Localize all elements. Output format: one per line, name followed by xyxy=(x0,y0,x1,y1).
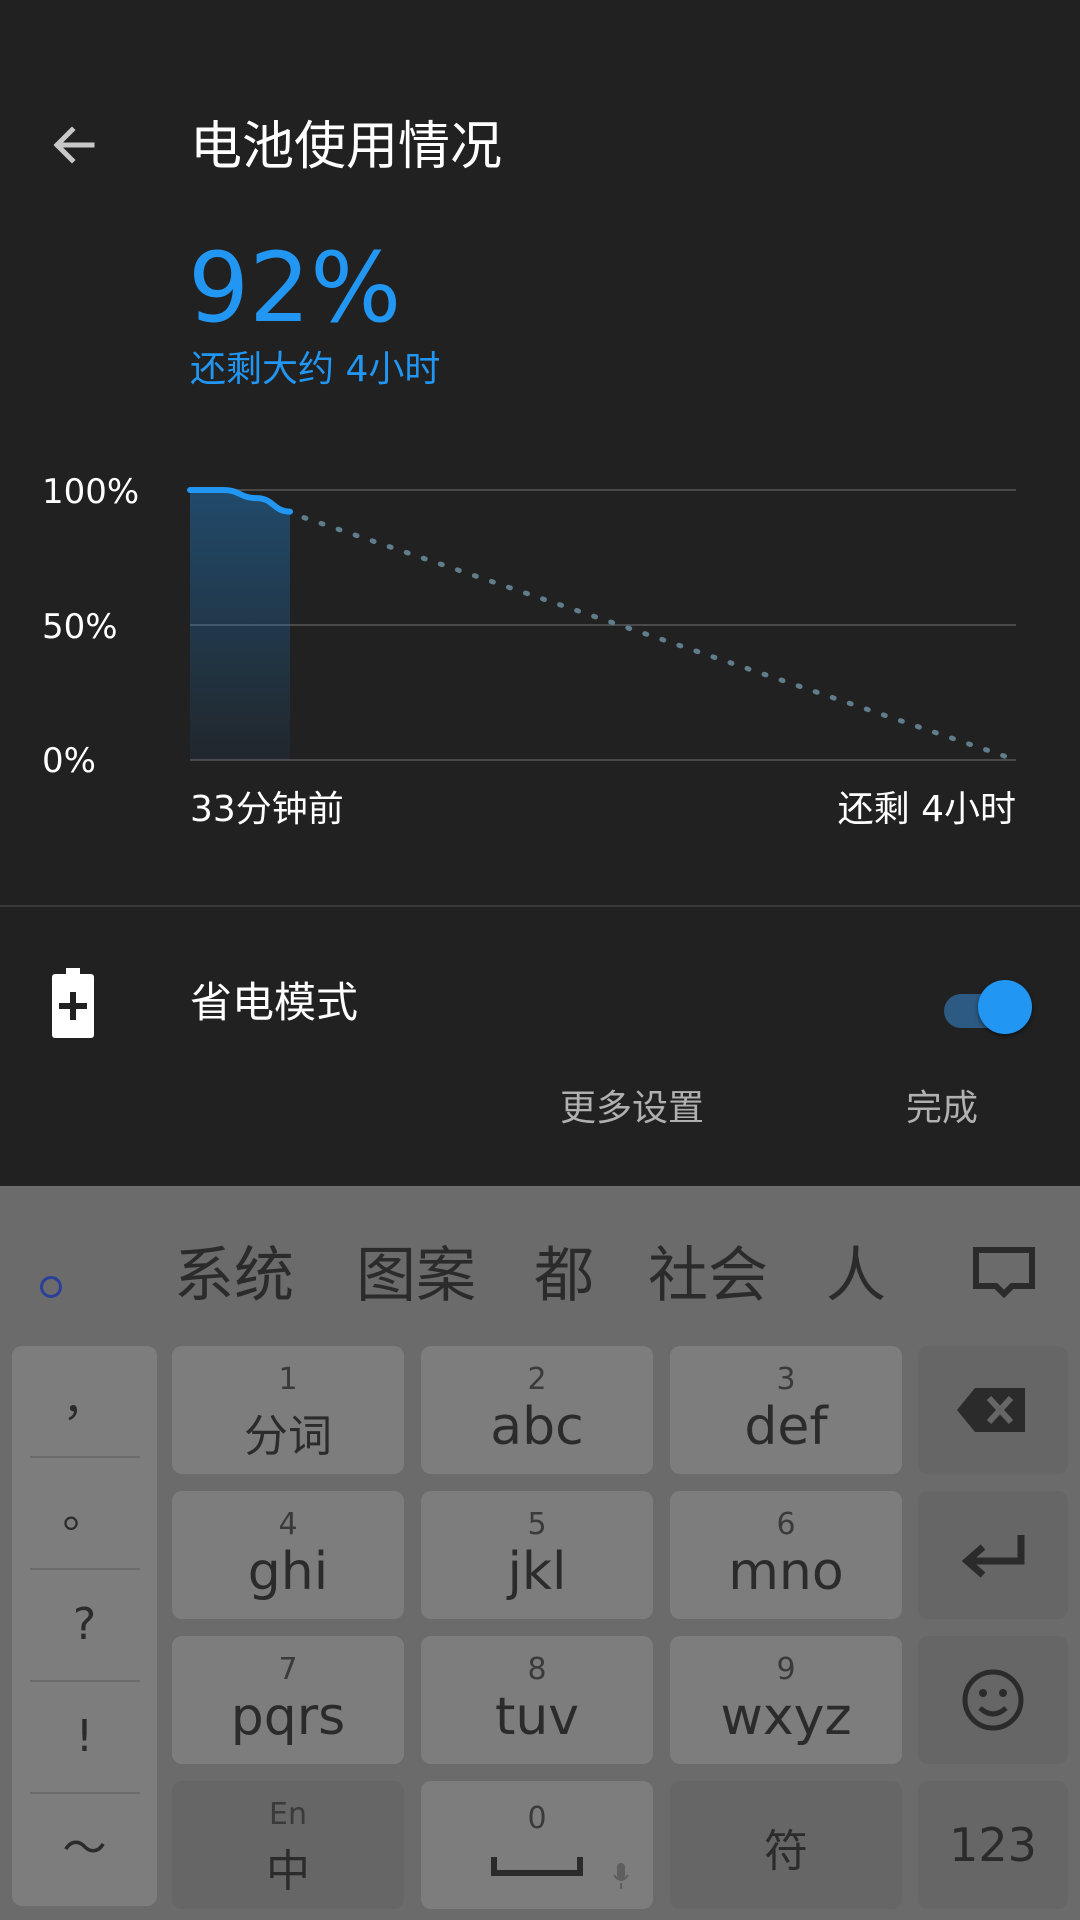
chart-x-start-label: 33分钟前 xyxy=(190,789,344,830)
back-button[interactable] xyxy=(40,110,110,180)
space-key[interactable]: 0 xyxy=(421,1781,653,1909)
language-switch-key[interactable]: En 中 xyxy=(172,1781,404,1909)
battery-chart xyxy=(187,487,1019,763)
punct-key[interactable]: ? xyxy=(12,1570,157,1680)
key-number: 0 xyxy=(527,1801,547,1836)
key-label: 分词 xyxy=(244,1411,332,1462)
battery-usage-panel: 电池使用情况 92% 还剩大约 4小时 100% 50% 0% 33分钟前 还剩… xyxy=(0,0,1080,1186)
done-button[interactable]: 完成 xyxy=(906,1085,978,1133)
punct-key[interactable]: 。 xyxy=(12,1458,157,1568)
soft-keyboard: 系统 图案 都 社会 人 ， 。 ? ! ～ 1 分词 2 abc 3 def xyxy=(0,1186,1080,1920)
battery-plus-icon xyxy=(52,968,94,1038)
key-label: 中 xyxy=(266,1846,310,1897)
key-label: jkl xyxy=(507,1542,567,1602)
numbers-key[interactable]: 123 xyxy=(918,1781,1068,1909)
key-6[interactable]: 6 mno xyxy=(670,1491,902,1619)
space-bar-icon xyxy=(491,1857,583,1876)
more-settings-button[interactable]: 更多设置 xyxy=(560,1085,704,1133)
candidate-word[interactable]: 都 xyxy=(534,1236,594,1316)
punctuation-column: ， 。 ? ! ～ xyxy=(12,1346,157,1906)
punct-key[interactable]: ， xyxy=(12,1346,157,1456)
keyboard-collapse-icon[interactable] xyxy=(972,1246,1036,1300)
key-label: abc xyxy=(490,1397,584,1457)
candidate-word[interactable]: 图案 xyxy=(356,1236,476,1316)
punct-key[interactable]: ! xyxy=(12,1682,157,1792)
candidate-bar: 系统 图案 都 社会 人 xyxy=(0,1186,1080,1336)
smiley-icon xyxy=(962,1669,1024,1731)
microphone-icon xyxy=(613,1863,629,1889)
candidate-word[interactable]: 社会 xyxy=(648,1236,768,1316)
chart-x-end-label: 还剩 4小时 xyxy=(837,789,1016,830)
battery-percent: 92% xyxy=(188,232,402,344)
battery-saver-label: 省电模式 xyxy=(190,978,359,1027)
input-indicator-icon xyxy=(40,1276,62,1298)
key-label: 123 xyxy=(949,1818,1037,1872)
key-label: wxyz xyxy=(720,1687,852,1747)
enter-icon xyxy=(961,1535,1025,1578)
key-label: ghi xyxy=(247,1542,329,1602)
projection-line xyxy=(301,515,1019,763)
key-label: tuv xyxy=(494,1687,580,1747)
key-subtitle: En xyxy=(269,1797,307,1832)
key-7[interactable]: 7 pqrs xyxy=(172,1636,404,1764)
punct-key[interactable]: ～ xyxy=(12,1794,157,1904)
key-4[interactable]: 4 ghi xyxy=(172,1491,404,1619)
backspace-key[interactable] xyxy=(918,1346,1068,1474)
arrow-left-icon xyxy=(53,126,95,164)
battery-saver-toggle[interactable] xyxy=(944,980,1032,1034)
battery-remaining-time: 还剩大约 4小时 xyxy=(190,349,441,390)
key-label: pqrs xyxy=(230,1687,346,1747)
page-title: 电池使用情况 xyxy=(190,117,503,177)
key-8[interactable]: 8 tuv xyxy=(421,1636,653,1764)
usage-area xyxy=(190,490,290,760)
key-9[interactable]: 9 wxyz xyxy=(670,1636,902,1764)
symbols-key[interactable]: 符 xyxy=(670,1781,902,1909)
key-label: mno xyxy=(728,1542,844,1602)
key-number: 1 xyxy=(278,1362,298,1397)
enter-key[interactable] xyxy=(918,1491,1068,1619)
key-3[interactable]: 3 def xyxy=(670,1346,902,1474)
key-1[interactable]: 1 分词 xyxy=(172,1346,404,1474)
key-5[interactable]: 5 jkl xyxy=(421,1491,653,1619)
key-2[interactable]: 2 abc xyxy=(421,1346,653,1474)
key-label: 符 xyxy=(764,1826,808,1877)
candidate-word[interactable]: 人 xyxy=(826,1236,886,1316)
emoji-key[interactable] xyxy=(918,1636,1068,1764)
backspace-icon xyxy=(957,1388,1025,1432)
key-label: def xyxy=(744,1397,828,1457)
candidate-word[interactable]: 系统 xyxy=(174,1236,294,1316)
toggle-thumb xyxy=(978,980,1032,1034)
divider xyxy=(0,905,1080,907)
